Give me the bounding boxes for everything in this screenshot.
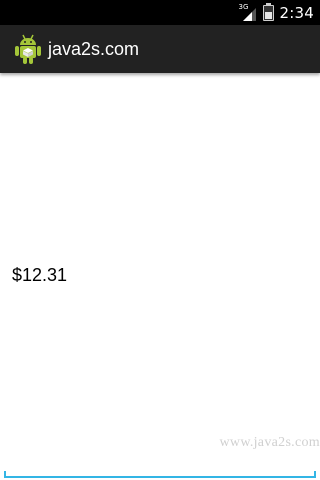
app-title: java2s.com [48, 39, 140, 59]
main-content: $12.31 www.java2s.com [0, 73, 320, 480]
status-bar: 3G 2:34 [0, 0, 320, 25]
network-type-label: 3G [238, 2, 249, 11]
watermark: www.java2s.com [219, 435, 320, 450]
price-text: $12.31 [12, 265, 68, 285]
status-icons: 3G 2:34 [239, 0, 314, 25]
clock: 2:34 [279, 3, 314, 22]
android-app-icon[interactable] [14, 33, 42, 65]
battery-icon [262, 2, 274, 21]
signal-icon: 3G [238, 2, 257, 22]
action-bar: java2s.com [0, 25, 320, 73]
text-field-underline[interactable] [4, 471, 316, 478]
